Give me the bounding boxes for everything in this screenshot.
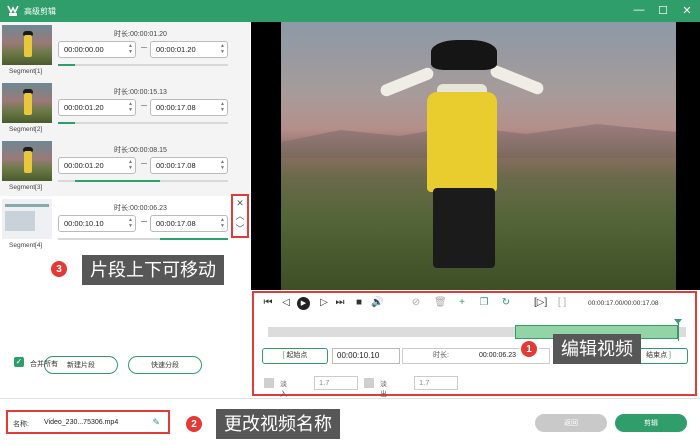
segment-item[interactable]: Segment[1] 时长:00:00:01.20 00:00:00.00 ▲ ▼ … [0,22,250,80]
file-name-value[interactable]: Video_230...75306.mp4 [44,419,118,426]
maximize-icon[interactable]: ☐ [656,3,670,17]
spinner-icon: ▲ ▼ [128,217,133,229]
segment-item-selected[interactable]: Segment[4] 时长:00:00:06.23 00:00:10.10 ▲ ▼ … [0,196,250,254]
fade-out-checkbox[interactable] [364,378,374,388]
fade-out-label: 淡出 [380,381,387,398]
segment-end-time[interactable]: 00:00:17.08 ▲ ▼ [150,215,228,232]
mark-out-icon[interactable]: [ ] [556,297,568,309]
spinner-icon: ▲ ▼ [220,43,225,55]
merge-all-label: 合并所有 [30,361,58,368]
segment-start-time[interactable]: 00:00:01.20 ▲ ▼ [58,157,136,174]
callout-move-segments: 片段上下可移动 [82,255,224,285]
segment-end-time[interactable]: 00:00:17.08 ▲ ▼ [150,99,228,116]
stop-icon[interactable]: ■ [353,297,365,309]
spinner-icon: ▲ ▼ [220,101,225,113]
segment-label: Segment[2] [9,126,43,133]
fade-in-label: 淡入 [280,381,287,398]
next-frame-icon[interactable]: ▷ [318,297,330,309]
duration-value: 00:00:06.23 [479,352,516,359]
spinner-icon: ▲ ▼ [128,159,133,171]
callout-number: 2 [184,414,204,434]
split-icon[interactable]: ⊘ [410,297,422,309]
timecode-display: 00:00:17.00/00:00:17.08 [588,300,659,307]
segment-progress [58,122,228,124]
segment-list: Segment[1] 时长:00:00:01.20 00:00:00.00 ▲ ▼ … [0,22,250,254]
add-icon[interactable]: + [456,297,468,309]
close-icon[interactable]: ✕ [680,3,694,17]
video-preview[interactable] [251,22,700,290]
delete-icon[interactable]: 🗑 [434,297,447,309]
minimize-icon[interactable]: — [632,3,646,17]
volume-icon[interactable]: 🔊 [371,297,383,309]
cut-button[interactable]: 剪辑 [615,414,687,432]
go-to-start-icon[interactable]: ⏮ [262,297,274,309]
file-name-field[interactable]: 名称: Video_230...75306.mp4 ✎ [6,410,170,434]
quick-split-button[interactable]: 快速分段 [128,356,202,374]
segment-progress [58,64,228,66]
segment-item[interactable]: Segment[2] 时长:00:00:15.13 00:00:01.20 ▲ ▼ … [0,80,250,138]
segment-thumbnail [2,141,52,181]
back-button[interactable]: 返回 [535,414,607,432]
merge-all-checkbox[interactable]: ✓ [14,357,24,367]
segment-progress [58,238,228,240]
reset-icon[interactable]: ↻ [500,297,512,309]
segment-duration: 时长:00:00:15.13 [114,89,167,96]
segment-duration: 时长:00:00:06.23 [114,205,167,212]
duration-label: 时长: [433,352,449,359]
start-time-input[interactable]: 00:00:10.10 [332,348,400,364]
fade-in-checkbox[interactable] [264,378,274,388]
spinner-icon: ▲ ▼ [128,101,133,113]
callout-rename-video: 更改视频名称 [216,409,340,439]
segment-label: Segment[3] [9,184,43,191]
segment-start-time[interactable]: 00:00:01.20 ▲ ▼ [58,99,136,116]
segment-thumbnail [2,83,52,123]
go-to-end-icon[interactable]: ⏭ [334,297,346,309]
segment-label: Segment[4] [9,242,43,249]
spinner-icon: ▲ ▼ [128,43,133,55]
segment-duration: 时长:00:00:08.15 [114,147,167,154]
mark-in-icon[interactable]: [▷] [534,297,547,309]
start-point-button[interactable]: [ 起始点 [262,348,328,364]
window-title: 高级剪辑 [24,7,56,16]
playhead[interactable] [677,321,679,341]
play-icon[interactable]: ▶ [297,297,310,310]
segment-item[interactable]: Segment[3] 时长:00:00:08.15 00:00:01.20 ▲ ▼ … [0,138,250,196]
title-bar: 高级剪辑 — ☐ ✕ [0,0,700,22]
segment-start-time[interactable]: 00:00:00.00 ▲ ▼ [58,41,136,58]
callout-number: 3 [49,259,69,279]
segment-end-time[interactable]: 00:00:17.08 ▲ ▼ [150,157,228,174]
divider [0,398,700,399]
spinner-icon: ▲ ▼ [220,159,225,171]
fade-in-input[interactable]: 1.7 [314,376,358,390]
playhead-handle[interactable] [673,319,682,324]
spinner-icon: ▲ ▼ [220,217,225,229]
segment-end-time[interactable]: 00:00:01.20 ▲ ▼ [150,41,228,58]
segment-thumbnail [2,199,52,239]
edit-pencil-icon[interactable]: ✎ [152,417,160,428]
segment-start-time[interactable]: 00:00:10.10 ▲ ▼ [58,215,136,232]
copy-icon[interactable]: ❐ [478,297,490,309]
segment-progress [58,180,228,182]
segment-thumbnail [2,25,52,65]
callout-number: 1 [519,339,539,359]
file-name-label: 名称: [13,421,29,428]
previous-frame-icon[interactable]: ◁ [280,297,292,309]
highlight-segment-controls [231,194,249,238]
callout-edit-video: 编辑视频 [553,334,641,364]
app-logo-icon [6,4,20,18]
segment-duration: 时长:00:00:01.20 [114,31,167,38]
segment-label: Segment[1] [9,68,43,75]
fade-out-input[interactable]: 1.7 [414,376,458,390]
